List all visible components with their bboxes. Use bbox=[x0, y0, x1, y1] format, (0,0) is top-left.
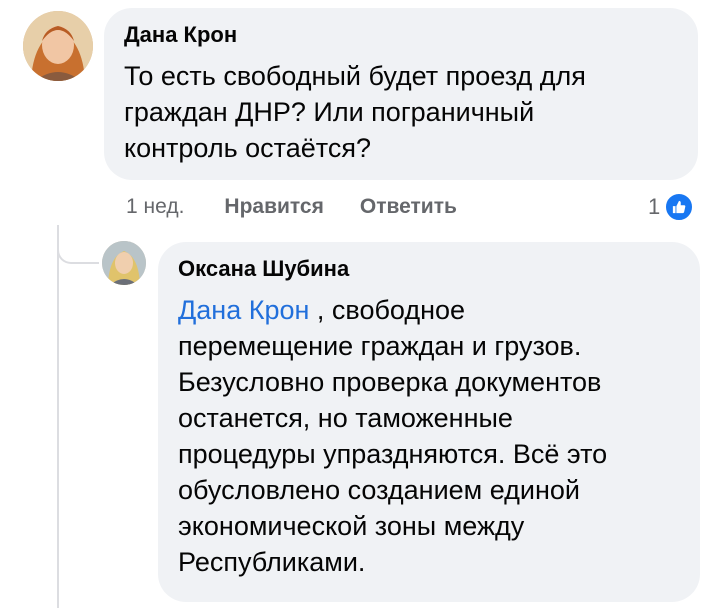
comment-actions: 1 нед. Нравится Ответить bbox=[126, 193, 493, 221]
comment-author[interactable]: Дана Крон bbox=[124, 22, 678, 48]
reply-first-line: , свободное bbox=[309, 295, 466, 325]
reply-text-line: обусловлено созданием единой bbox=[178, 475, 580, 505]
commenter-avatar[interactable] bbox=[23, 11, 93, 81]
reply-text-line: экономической зоны между bbox=[178, 511, 525, 541]
comment-text-line: контроль остаётся? bbox=[124, 133, 371, 163]
thread-line bbox=[57, 225, 59, 608]
reply-button[interactable]: Ответить bbox=[360, 195, 457, 219]
reply-text-line: Республиками. bbox=[178, 547, 366, 577]
reply-avatar[interactable] bbox=[102, 241, 146, 285]
comment-text: То есть свободный будет проезд для гражд… bbox=[124, 58, 678, 166]
reply-bubble: Оксана Шубина Дана Крон , свободное пере… bbox=[158, 242, 700, 602]
like-button[interactable]: Нравится bbox=[224, 195, 323, 219]
reply-text-line: останется, но таможенные bbox=[178, 403, 513, 433]
reply-text-line: перемещение граждан и грузов. bbox=[178, 331, 582, 361]
mention-link[interactable]: Дана Крон bbox=[178, 295, 309, 325]
comment-timestamp[interactable]: 1 нед. bbox=[126, 195, 184, 219]
thread-branch bbox=[57, 238, 99, 264]
like-icon bbox=[664, 192, 695, 222]
comment-text-line: граждан ДНР? Или пограничный bbox=[124, 97, 535, 127]
comment-text-line: То есть свободный будет проезд для bbox=[124, 61, 586, 91]
reaction-summary[interactable]: 1 bbox=[648, 192, 695, 222]
reply-text: Дана Крон , свободное перемещение гражда… bbox=[178, 292, 680, 580]
reply-text-line: процедуры упраздняются. Всё это bbox=[178, 439, 608, 469]
reply-author[interactable]: Оксана Шубина bbox=[178, 256, 680, 282]
comment-bubble: Дана Крон То есть свободный будет проезд… bbox=[104, 8, 698, 180]
reply-text-line: Безусловно проверка документов bbox=[178, 367, 602, 397]
reply-text-line: Дана Крон , свободное bbox=[178, 292, 680, 328]
reaction-count: 1 bbox=[648, 194, 661, 219]
